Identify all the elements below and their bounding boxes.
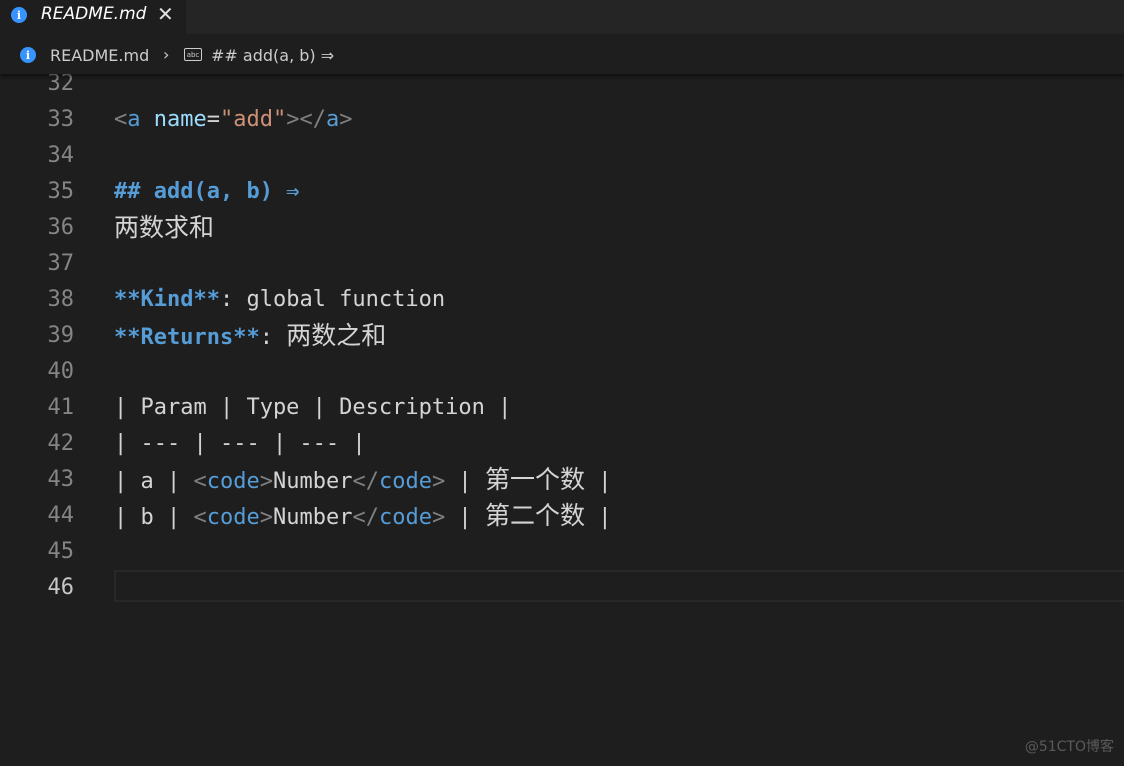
code-token: > — [431, 505, 446, 530]
code-token: < — [193, 469, 207, 494]
code-token: **Kind** — [114, 287, 220, 312]
line-number: 35 — [47, 179, 75, 204]
editor-line[interactable]: 40 — [0, 354, 1124, 390]
line-number: 37 — [47, 251, 75, 276]
breadcrumb-file[interactable]: README.md — [50, 46, 149, 65]
line-code: ## add(a, b) ⇒ — [114, 174, 299, 210]
code-token: | Param | Type | Description | — [114, 395, 512, 420]
line-number: 42 — [47, 431, 75, 456]
line-number: 46 — [47, 575, 75, 600]
code-token: a — [325, 107, 340, 132]
code-token: 两数求和 — [114, 213, 215, 242]
code-token: **Returns** — [114, 325, 260, 350]
line-number: 39 — [47, 323, 75, 348]
editor-line[interactable]: 45 — [0, 534, 1124, 570]
code-token: | — [445, 505, 485, 530]
code-token: ></ — [286, 107, 326, 132]
line-number: 36 — [47, 215, 75, 240]
code-token: </ — [352, 469, 379, 494]
info-icon: i — [11, 7, 27, 23]
code-token: | a | — [114, 469, 194, 494]
code-token: : global function — [219, 287, 446, 312]
code-token: 第二个数 — [484, 501, 585, 530]
editor-line[interactable]: 39 **Returns**: 两数之和 — [0, 318, 1124, 354]
line-number: 34 — [47, 143, 75, 168]
tab-bar: i README.md ✕ — [0, 0, 1124, 34]
string-symbol-icon: abc — [184, 48, 202, 61]
code-token: code — [206, 505, 260, 530]
code-token: name — [153, 107, 207, 132]
code-token: | — [445, 469, 485, 494]
line-number: 38 — [47, 287, 75, 312]
breadcrumb: i README.md › abc ## add(a, b) ⇒ — [0, 34, 1124, 74]
watermark: @51CTO博客 — [1024, 739, 1114, 755]
code-token: 两数之和 — [286, 321, 387, 350]
code-token: | --- | --- | --- | — [114, 431, 366, 456]
close-icon[interactable]: ✕ — [157, 2, 174, 26]
editor-line[interactable]: 38 **Kind**: global function — [0, 282, 1124, 318]
code-editor[interactable]: 32 33 <a name="add"></a> 34 35 ## add(a, b) ⇒… — [0, 74, 1124, 766]
line-number: 43 — [47, 467, 75, 492]
code-token: > — [259, 505, 273, 530]
editor-line[interactable]: 35 ## add(a, b) ⇒ — [0, 174, 1124, 210]
editor-line[interactable]: 34 — [0, 138, 1124, 174]
editor-line[interactable]: 46 — [0, 570, 1124, 606]
code-token: < — [193, 505, 207, 530]
code-token: code — [378, 469, 432, 494]
code-token: </ — [352, 505, 379, 530]
line-number: 44 — [47, 503, 75, 528]
code-token: a — [127, 107, 141, 132]
code-token: > — [259, 469, 273, 494]
line-number: 41 — [47, 395, 75, 420]
line-number: 40 — [47, 359, 75, 384]
line-code: **Kind**: global function — [114, 282, 445, 318]
editor-line[interactable]: 37 — [0, 246, 1124, 282]
code-token: | — [584, 469, 612, 494]
line-code: | Param | Type | Description | — [114, 390, 511, 426]
tab-label: README.md — [41, 4, 147, 24]
code-token: | — [584, 505, 612, 530]
editor-line[interactable]: 42 | --- | --- | --- | — [0, 426, 1124, 462]
line-code: | --- | --- | --- | — [114, 426, 366, 462]
editor-line[interactable]: 32 — [0, 74, 1124, 102]
code-token: > — [339, 107, 353, 132]
code-token: = — [206, 107, 220, 132]
line-number: 32 — [47, 74, 75, 96]
code-token: code — [206, 469, 260, 494]
breadcrumb-symbol[interactable]: ## add(a, b) ⇒ — [211, 46, 334, 65]
line-code: 两数求和 — [114, 210, 214, 248]
code-token: 第一个数 — [484, 465, 585, 494]
editor-line[interactable]: 36 两数求和 — [0, 210, 1124, 246]
line-code: **Returns**: 两数之和 — [114, 318, 386, 356]
tab-readme[interactable]: i README.md ✕ — [0, 0, 186, 34]
code-token: Number — [272, 469, 353, 494]
line-number: 33 — [47, 107, 75, 132]
code-token: Number — [272, 505, 353, 530]
code-token: "add" — [219, 107, 287, 132]
editor-line[interactable]: 41 | Param | Type | Description | — [0, 390, 1124, 426]
code-token: > — [431, 469, 446, 494]
code-token: ## add(a, b) ⇒ — [114, 179, 300, 204]
editor-line[interactable]: 33 <a name="add"></a> — [0, 102, 1124, 138]
editor-line[interactable]: 44 | b | <code>Number</code> | 第二个数 | — [0, 498, 1124, 534]
line-code: <a name="add"></a> — [114, 102, 352, 138]
code-token: < — [114, 107, 128, 132]
code-token: | b | — [114, 505, 194, 530]
line-code: | b | <code>Number</code> | 第二个数 | — [114, 498, 611, 536]
chevron-right-icon: › — [163, 45, 170, 64]
info-icon: i — [20, 47, 36, 63]
code-token: : — [259, 325, 287, 350]
line-number: 45 — [47, 539, 75, 564]
editor-line[interactable]: 43 | a | <code>Number</code> | 第一个数 | — [0, 462, 1124, 498]
code-token: code — [378, 505, 432, 530]
line-code: | a | <code>Number</code> | 第一个数 | — [114, 462, 611, 500]
